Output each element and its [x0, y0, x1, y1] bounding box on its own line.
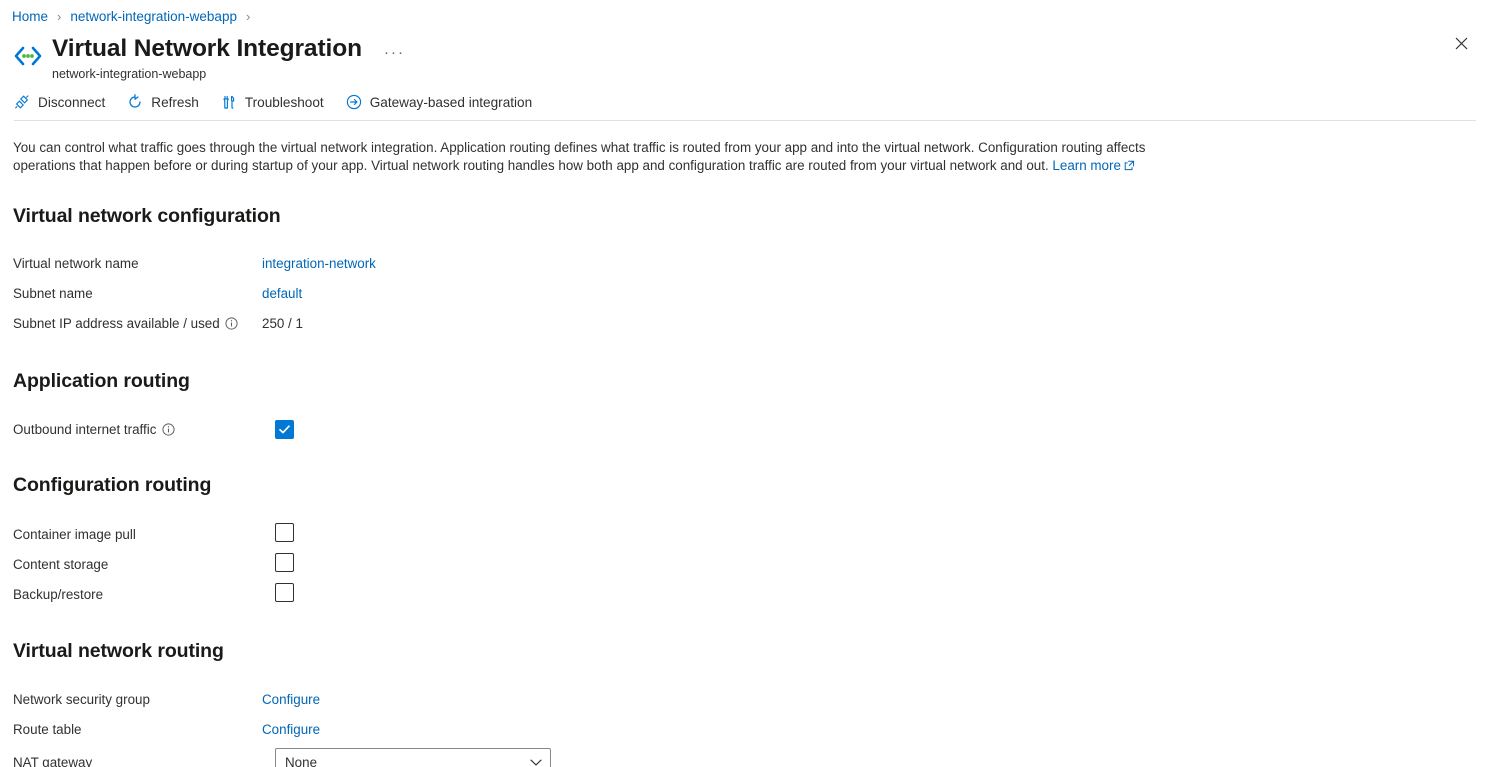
label-subnet-name: Subnet name: [13, 286, 262, 301]
vnet-config-rows: Virtual network name integration-network…: [13, 248, 1490, 338]
nat-gateway-select[interactable]: None: [275, 748, 551, 767]
page-header: Virtual Network Integration ··· network-…: [0, 26, 1490, 82]
value-virtual-network-name: integration-network: [262, 256, 376, 271]
value-backup-restore: [275, 583, 294, 605]
troubleshoot-label: Troubleshoot: [245, 95, 324, 110]
more-options-button[interactable]: ···: [384, 48, 405, 58]
section-title-configuration-routing: Configuration routing: [13, 474, 1490, 497]
troubleshoot-button[interactable]: Troubleshoot: [221, 94, 324, 110]
row-subnet-ip-address: Subnet IP address available / used 250 /…: [13, 308, 1490, 338]
breadcrumb-chevron-icon: ›: [246, 10, 250, 23]
virtual-network-name-link[interactable]: integration-network: [262, 256, 376, 271]
label-virtual-network-name: Virtual network name: [13, 256, 262, 271]
section-title-vnet-config: Virtual network configuration: [13, 205, 1490, 228]
breadcrumb-item-home[interactable]: Home: [12, 9, 48, 24]
description-body: You can control what traffic goes throug…: [13, 140, 1145, 173]
breadcrumb-item-webapp[interactable]: network-integration-webapp: [70, 9, 237, 24]
checkbox-outbound-internet-traffic[interactable]: [275, 420, 294, 439]
refresh-label: Refresh: [151, 95, 199, 110]
description-text: You can control what traffic goes throug…: [13, 139, 1203, 175]
checkbox-content-storage[interactable]: [275, 553, 294, 572]
section-title-application-routing: Application routing: [13, 370, 1490, 393]
row-virtual-network-name: Virtual network name integration-network: [13, 248, 1490, 278]
close-button[interactable]: [1448, 30, 1474, 56]
row-backup-restore: Backup/restore: [13, 579, 1490, 609]
value-nat-gateway: None: [275, 748, 551, 767]
breadcrumb-chevron-icon: ›: [57, 10, 61, 23]
page-subtitle: network-integration-webapp: [52, 66, 405, 82]
value-subnet-ip-address: 250 / 1: [262, 316, 303, 331]
checkbox-backup-restore[interactable]: [275, 583, 294, 602]
label-outbound-internet-traffic-text: Outbound internet traffic: [13, 422, 156, 437]
disconnect-plug-icon: [14, 94, 30, 110]
label-nat-gateway: NAT gateway: [13, 755, 262, 767]
disconnect-button[interactable]: Disconnect: [14, 94, 105, 110]
vnet-routing-rows: Network security group Configure Route t…: [13, 684, 1490, 767]
value-route-table: Configure: [262, 722, 320, 737]
label-outbound-internet-traffic: Outbound internet traffic: [13, 422, 262, 437]
row-content-storage: Content storage: [13, 549, 1490, 579]
section-title-vnet-routing: Virtual network routing: [13, 640, 1490, 663]
checkbox-container-image-pull[interactable]: [275, 523, 294, 542]
value-network-security-group: Configure: [262, 692, 320, 707]
info-icon[interactable]: [161, 422, 175, 436]
gateway-label: Gateway-based integration: [370, 95, 532, 110]
row-subnet-name: Subnet name default: [13, 278, 1490, 308]
gateway-based-integration-button[interactable]: Gateway-based integration: [346, 94, 532, 110]
label-subnet-ip-address: Subnet IP address available / used: [13, 316, 262, 331]
learn-more-link[interactable]: Learn more: [1052, 158, 1120, 173]
value-outbound-internet-traffic: [275, 420, 294, 439]
nat-gateway-select-wrap: None: [275, 748, 551, 767]
configuration-routing-rows: Container image pull Content storage Bac…: [13, 519, 1490, 609]
route-table-configure-link[interactable]: Configure: [262, 722, 320, 737]
page-title: Virtual Network Integration: [52, 34, 362, 64]
info-icon[interactable]: [225, 316, 239, 330]
refresh-icon: [127, 94, 143, 110]
row-outbound-internet-traffic: Outbound internet traffic: [13, 412, 1490, 446]
disconnect-label: Disconnect: [38, 95, 105, 110]
main-content: You can control what traffic goes throug…: [0, 121, 1490, 767]
external-link-icon: [1124, 158, 1135, 176]
row-route-table: Route table Configure: [13, 714, 1490, 744]
breadcrumb: Home › network-integration-webapp ›: [0, 0, 1490, 26]
arrow-right-circle-icon: [346, 94, 362, 110]
label-subnet-ip-address-text: Subnet IP address available / used: [13, 316, 220, 331]
refresh-button[interactable]: Refresh: [127, 94, 199, 110]
label-backup-restore: Backup/restore: [13, 587, 262, 602]
row-network-security-group: Network security group Configure: [13, 684, 1490, 714]
label-route-table: Route table: [13, 722, 262, 737]
vnet-integration-icon: [12, 40, 44, 72]
value-container-image-pull: [275, 523, 294, 545]
label-container-image-pull: Container image pull: [13, 527, 262, 542]
application-routing-rows: Outbound internet traffic: [13, 412, 1490, 446]
command-bar: Disconnect Refresh Troubleshoot: [0, 82, 1490, 120]
subnet-name-link[interactable]: default: [262, 286, 302, 301]
value-content-storage: [275, 553, 294, 575]
label-content-storage: Content storage: [13, 557, 262, 572]
row-nat-gateway: NAT gateway None: [13, 744, 1490, 767]
row-container-image-pull: Container image pull: [13, 519, 1490, 549]
label-network-security-group: Network security group: [13, 692, 262, 707]
network-security-group-configure-link[interactable]: Configure: [262, 692, 320, 707]
value-subnet-name: default: [262, 286, 302, 301]
troubleshoot-tools-icon: [221, 94, 237, 110]
